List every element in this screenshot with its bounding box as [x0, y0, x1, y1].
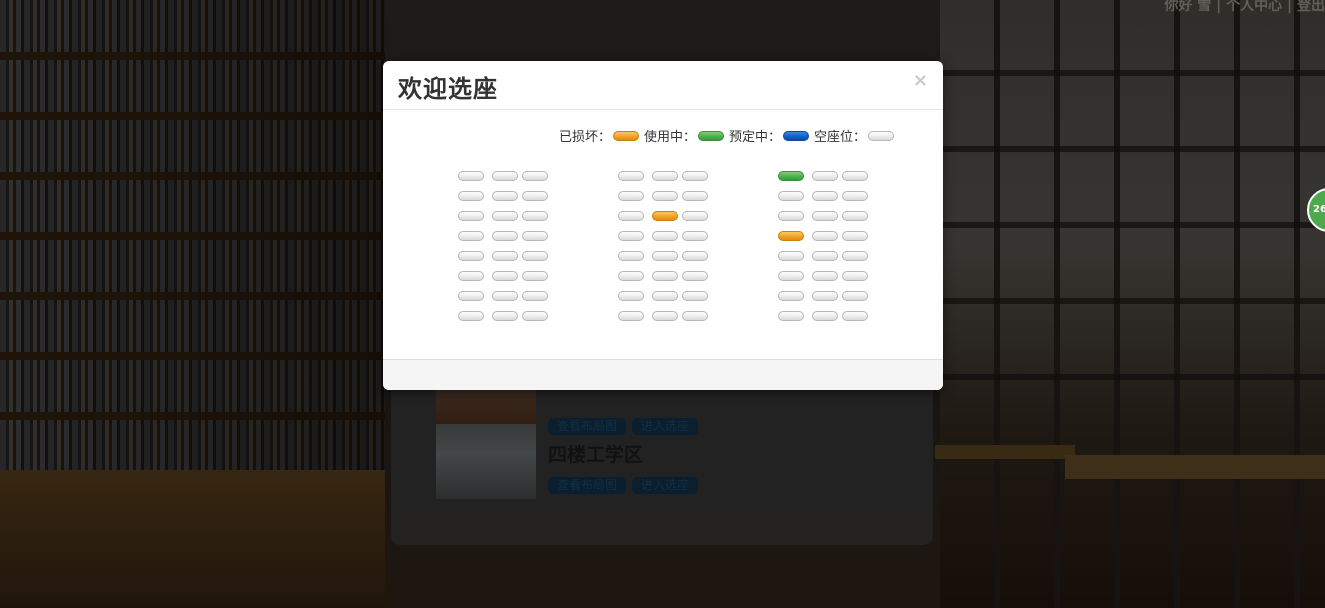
seat-empty[interactable] — [778, 211, 804, 221]
seat-empty[interactable] — [458, 291, 484, 301]
seat-empty[interactable] — [778, 191, 804, 201]
seat-empty[interactable] — [522, 211, 548, 221]
seat-empty[interactable] — [522, 171, 548, 181]
seat-broken[interactable] — [652, 211, 678, 221]
seat-empty[interactable] — [618, 171, 644, 181]
seat-empty[interactable] — [812, 191, 838, 201]
seat-empty[interactable] — [842, 291, 868, 301]
seat-empty[interactable] — [842, 191, 868, 201]
seat-empty[interactable] — [522, 291, 548, 301]
seat-empty[interactable] — [492, 291, 518, 301]
seat-empty[interactable] — [618, 271, 644, 281]
seat-empty[interactable] — [522, 311, 548, 321]
seat-empty[interactable] — [778, 271, 804, 281]
seat-empty[interactable] — [652, 271, 678, 281]
seat-empty[interactable] — [652, 171, 678, 181]
seat-empty[interactable] — [492, 211, 518, 221]
seat-empty[interactable] — [778, 251, 804, 261]
seat-empty[interactable] — [618, 251, 644, 261]
seat-empty[interactable] — [522, 251, 548, 261]
seat-map — [383, 61, 943, 361]
seat-empty[interactable] — [682, 251, 708, 261]
seat-empty[interactable] — [682, 191, 708, 201]
seat-empty[interactable] — [652, 311, 678, 321]
seat-empty[interactable] — [618, 311, 644, 321]
seat-empty[interactable] — [652, 291, 678, 301]
seat-empty[interactable] — [842, 251, 868, 261]
seat-empty[interactable] — [812, 251, 838, 261]
seat-empty[interactable] — [458, 171, 484, 181]
seat-empty[interactable] — [812, 231, 838, 241]
seat-selection-modal: 欢迎选座 × 已损坏： 使用中： 预定中： 空座位： — [383, 61, 943, 390]
seat-empty[interactable] — [812, 271, 838, 281]
seat-empty[interactable] — [492, 231, 518, 241]
seat-empty[interactable] — [458, 191, 484, 201]
seat-empty[interactable] — [682, 291, 708, 301]
seat-empty[interactable] — [618, 191, 644, 201]
seat-empty[interactable] — [842, 311, 868, 321]
seat-empty[interactable] — [842, 271, 868, 281]
seat-empty[interactable] — [812, 311, 838, 321]
seat-empty[interactable] — [458, 311, 484, 321]
seat-empty[interactable] — [812, 291, 838, 301]
seat-empty[interactable] — [812, 171, 838, 181]
modal-footer — [383, 359, 943, 390]
seat-empty[interactable] — [492, 171, 518, 181]
seat-empty[interactable] — [682, 171, 708, 181]
seat-empty[interactable] — [618, 231, 644, 241]
seat-empty[interactable] — [492, 191, 518, 201]
seat-empty[interactable] — [682, 271, 708, 281]
seat-empty[interactable] — [682, 231, 708, 241]
seat-empty[interactable] — [778, 291, 804, 301]
seat-empty[interactable] — [652, 251, 678, 261]
seat-empty[interactable] — [522, 271, 548, 281]
seat-empty[interactable] — [492, 251, 518, 261]
seat-empty[interactable] — [618, 291, 644, 301]
seat-empty[interactable] — [842, 171, 868, 181]
seat-empty[interactable] — [682, 211, 708, 221]
seat-empty[interactable] — [682, 311, 708, 321]
seat-empty[interactable] — [458, 211, 484, 221]
seat-empty[interactable] — [778, 311, 804, 321]
seat-empty[interactable] — [492, 311, 518, 321]
seat-empty[interactable] — [842, 211, 868, 221]
seat-used[interactable] — [778, 171, 804, 181]
seat-empty[interactable] — [458, 231, 484, 241]
seat-empty[interactable] — [842, 231, 868, 241]
seat-empty[interactable] — [618, 211, 644, 221]
seat-empty[interactable] — [522, 191, 548, 201]
seat-empty[interactable] — [522, 231, 548, 241]
seat-empty[interactable] — [652, 191, 678, 201]
seat-broken[interactable] — [778, 231, 804, 241]
seat-empty[interactable] — [458, 251, 484, 261]
seat-empty[interactable] — [652, 231, 678, 241]
seat-empty[interactable] — [812, 211, 838, 221]
seat-empty[interactable] — [492, 271, 518, 281]
seat-empty[interactable] — [458, 271, 484, 281]
